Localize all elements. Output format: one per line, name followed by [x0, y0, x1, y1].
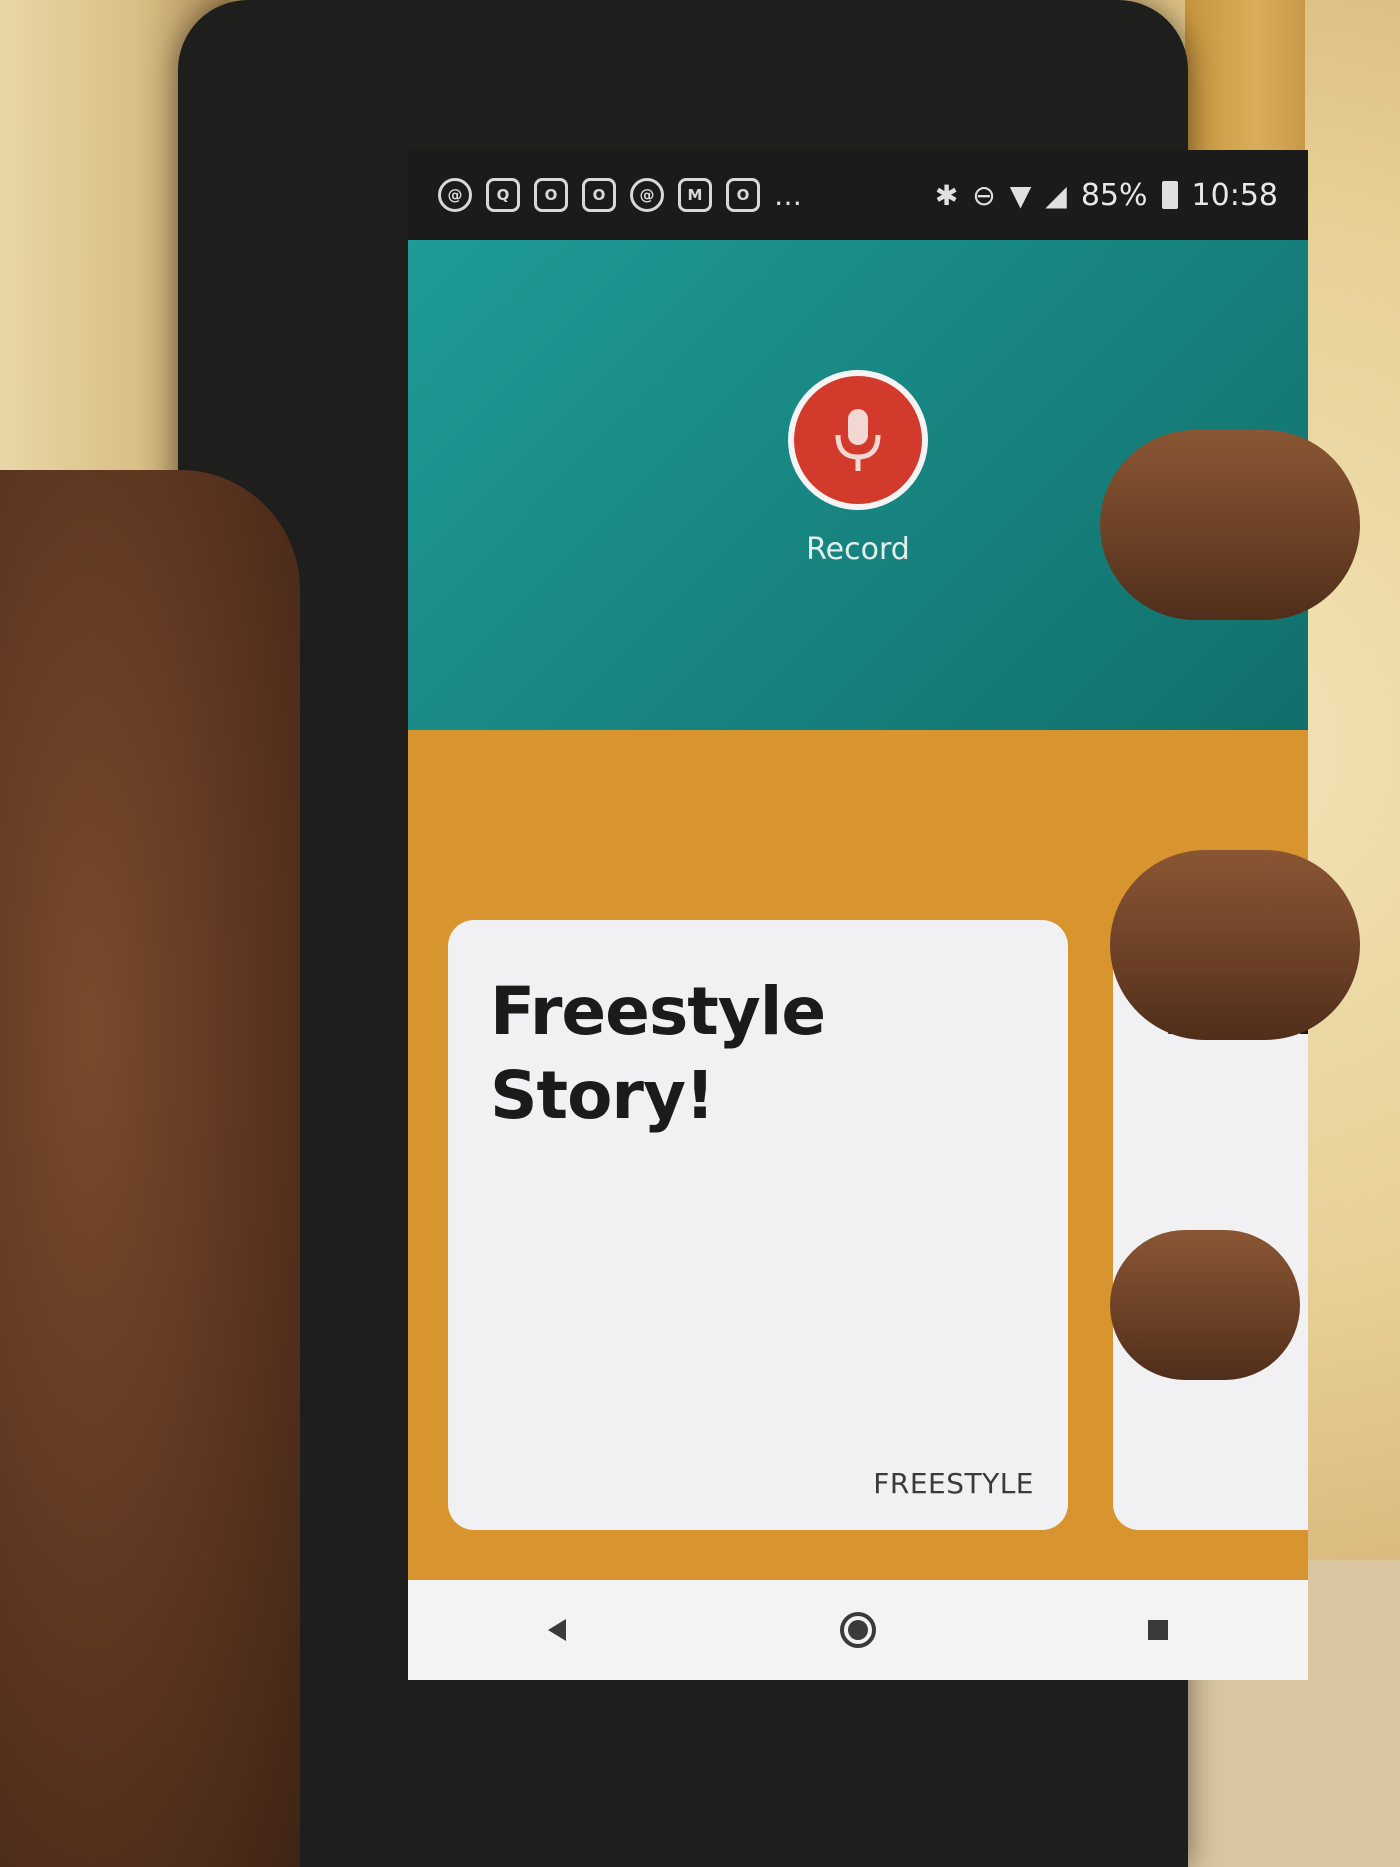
do-not-disturb-icon: ⊖: [972, 178, 996, 212]
back-button[interactable]: [528, 1600, 588, 1660]
home-button[interactable]: [828, 1600, 888, 1660]
workchat-icon: @: [438, 178, 472, 212]
outlook-icon: O: [726, 178, 760, 212]
bluetooth-icon: ✱: [934, 178, 959, 212]
phone-body: @ Q O O @ M O … ✱ ⊖ ▼ ◢ 85% 10:58 Record…: [178, 0, 1308, 1867]
hand: [0, 470, 300, 1867]
battery-percent: 85%: [1080, 177, 1148, 213]
notification-icons: @ Q O O @ M O …: [438, 178, 802, 212]
finger: [1110, 1230, 1300, 1380]
record-button[interactable]: [788, 370, 928, 510]
clock: 10:58: [1191, 177, 1278, 213]
outlook-icon: O: [534, 178, 568, 212]
workchat-icon: @: [630, 178, 664, 212]
cell-signal-icon: ◢: [1045, 178, 1067, 212]
outlook-icon: O: [582, 178, 616, 212]
microphone-icon: [835, 409, 881, 471]
system-status: ✱ ⊖ ▼ ◢ 85% 10:58: [935, 178, 1278, 213]
recents-button[interactable]: [1128, 1600, 1188, 1660]
wifi-icon: ▼: [1009, 178, 1032, 212]
prompt-card-title: Freestyle Story!: [490, 973, 826, 1134]
back-icon: [548, 1619, 566, 1641]
finger: [1110, 850, 1360, 1040]
prompt-card[interactable]: Freestyle Story! FREESTYLE: [448, 920, 1068, 1530]
home-icon: [840, 1612, 876, 1648]
finger: [1100, 430, 1360, 620]
prompt-card-category: FREESTYLE: [873, 1467, 1034, 1500]
status-bar: @ Q O O @ M O … ✱ ⊖ ▼ ◢ 85% 10:58: [408, 150, 1308, 240]
more-notifications-indicator: …: [774, 178, 802, 212]
navigation-bar: [408, 1580, 1308, 1680]
battery-icon: [1161, 181, 1178, 209]
gmail-icon: M: [678, 178, 712, 212]
quip-icon: Q: [486, 178, 520, 212]
record-label: Record: [806, 532, 910, 567]
recents-icon: [1148, 1620, 1168, 1640]
